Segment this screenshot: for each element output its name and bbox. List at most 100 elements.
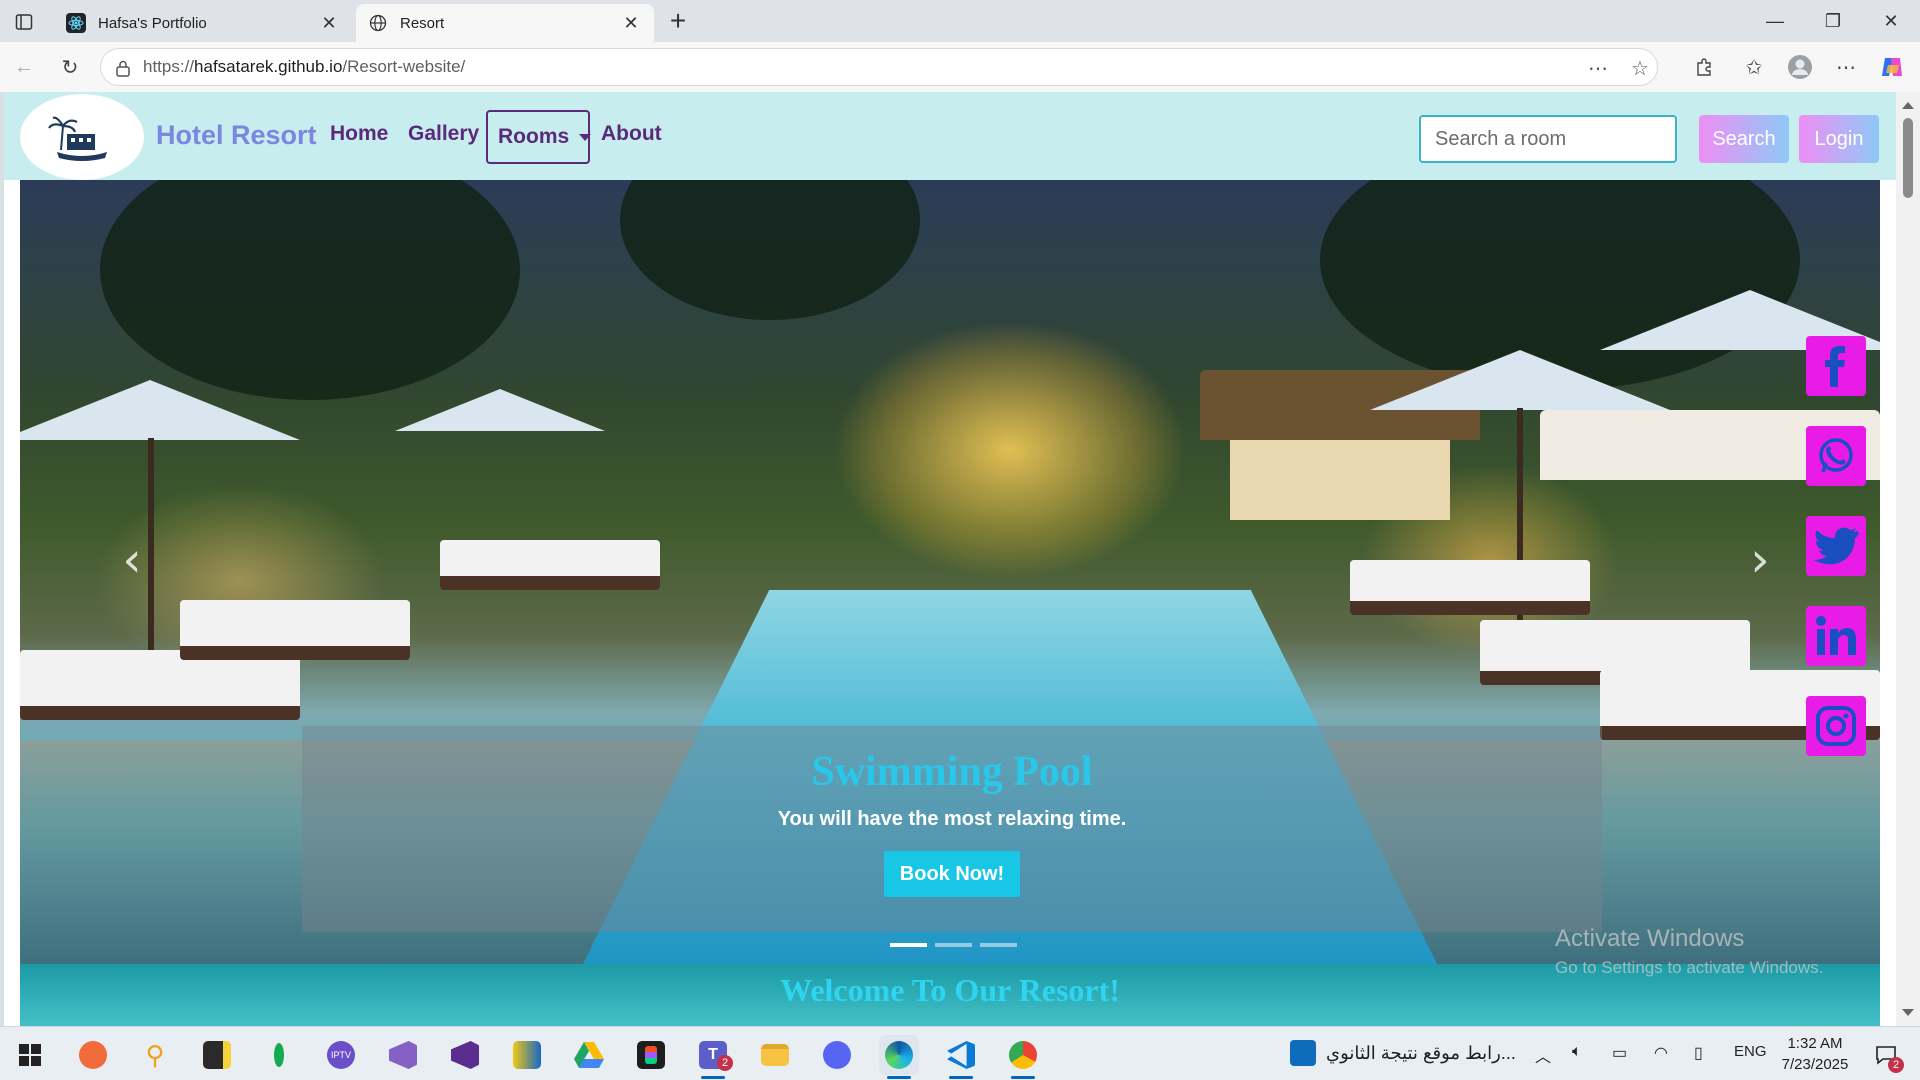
carousel-indicator[interactable]: [935, 943, 972, 947]
copilot-icon[interactable]: [1876, 51, 1908, 83]
site-info-icon[interactable]: [113, 58, 133, 78]
tab-resort[interactable]: Resort ✕: [356, 4, 654, 42]
sticky-notes-icon[interactable]: [197, 1035, 237, 1075]
windows-taskbar: ⚲ IPTV T 2 رابط موقع نتيجة الثانوي... ︿ …: [0, 1026, 1920, 1080]
battery-icon[interactable]: ▭: [1612, 1043, 1627, 1063]
chrome-icon[interactable]: [1003, 1035, 1043, 1079]
palm-logo-icon: [48, 116, 107, 161]
linkedin-icon[interactable]: [1806, 606, 1866, 666]
page-scrollbar[interactable]: [1896, 92, 1920, 1026]
phone-link-icon[interactable]: ▯: [1694, 1043, 1703, 1063]
teams-icon[interactable]: T 2: [693, 1035, 733, 1079]
outlook-icon: [1290, 1040, 1316, 1066]
edge-browser-icon[interactable]: [879, 1035, 919, 1079]
search-app-icon[interactable]: ⚲: [135, 1035, 175, 1075]
url-prefix: https://: [143, 57, 195, 76]
clock-time: 1:32 AM: [1787, 1035, 1843, 1052]
discord-icon[interactable]: [817, 1035, 857, 1075]
volume-icon[interactable]: 🔈︎: [1572, 1043, 1582, 1061]
file-explorer-icon[interactable]: [755, 1035, 795, 1075]
visual-studio-alt-icon[interactable]: [445, 1035, 485, 1075]
palm-foliage: [100, 180, 520, 400]
twitter-icon[interactable]: [1806, 516, 1866, 576]
scroll-up-icon[interactable]: [1902, 102, 1914, 109]
brand-title[interactable]: Hotel Resort: [156, 120, 317, 151]
activation-watermark-title: Activate Windows: [1555, 925, 1745, 952]
scrollbar-thumb[interactable]: [1903, 118, 1913, 198]
caption-title: Swimming Pool: [811, 749, 1093, 795]
sun-lounger: [440, 540, 660, 590]
nav-rooms-dropdown[interactable]: Rooms: [486, 110, 592, 164]
extensions-icon[interactable]: [1688, 51, 1720, 83]
caret-down-icon: [579, 133, 592, 141]
palm-foliage: [620, 180, 920, 320]
postman-app-icon[interactable]: [73, 1035, 113, 1075]
globe-icon: [368, 13, 388, 33]
close-tab-icon[interactable]: ✕: [318, 12, 340, 34]
room-search-input[interactable]: [1419, 115, 1677, 163]
new-tab-button[interactable]: +: [662, 6, 694, 38]
network-icon[interactable]: ◠: [1654, 1043, 1668, 1063]
system-clock[interactable]: 1:32 AM 7/23/2025: [1770, 1033, 1860, 1075]
carousel-indicator[interactable]: [980, 943, 1017, 947]
input-language[interactable]: ENG: [1734, 1043, 1767, 1060]
navbar: Hotel Resort Home Gallery Rooms About Se…: [4, 92, 1896, 180]
vscode-icon[interactable]: [941, 1035, 981, 1079]
tab-hafsa-portfolio[interactable]: Hafsa's Portfolio ✕: [54, 4, 352, 42]
notification-center-icon[interactable]: 2: [1866, 1035, 1906, 1075]
book-now-button[interactable]: Book Now!: [884, 851, 1020, 897]
whatsapp-icon[interactable]: [1806, 426, 1866, 486]
tab-strip: Hafsa's Portfolio ✕ Resort ✕ + — ❐ ✕: [0, 0, 1920, 42]
tab-title: Hafsa's Portfolio: [98, 14, 207, 32]
chevron-up-icon[interactable]: ︿: [1535, 1043, 1551, 1067]
nav-home[interactable]: Home: [330, 122, 388, 146]
resort-logo[interactable]: [20, 94, 144, 180]
power-bi-icon[interactable]: [507, 1035, 547, 1075]
notification-badge: 2: [1888, 1057, 1904, 1073]
nav-about[interactable]: About: [601, 122, 662, 146]
more-options-icon[interactable]: ⋯: [1830, 51, 1862, 83]
start-button[interactable]: [10, 1035, 50, 1075]
visual-studio-icon[interactable]: [383, 1035, 423, 1075]
favorites-icon[interactable]: ✩: [1738, 51, 1770, 83]
close-tab-icon[interactable]: ✕: [620, 12, 642, 34]
iptv-app-icon[interactable]: IPTV: [321, 1035, 361, 1075]
sun-lounger: [20, 650, 300, 720]
minimize-button[interactable]: —: [1746, 0, 1804, 42]
close-window-button[interactable]: ✕: [1862, 0, 1920, 42]
url-host: hafsatarek.github.io: [194, 57, 343, 76]
nav-gallery[interactable]: Gallery: [408, 122, 479, 146]
resort-page: ‹ › Swimming Pool You will have the most…: [4, 92, 1896, 1026]
profile-avatar[interactable]: [1784, 51, 1816, 83]
news-notification[interactable]: رابط موقع نتيجة الثانوي...: [1290, 1040, 1516, 1066]
carousel-prev-icon[interactable]: ‹: [112, 530, 152, 590]
figma-icon[interactable]: [631, 1035, 671, 1075]
carousel-next-icon[interactable]: ›: [1740, 530, 1780, 590]
umbrella: [1370, 350, 1670, 410]
login-button[interactable]: Login: [1799, 115, 1879, 163]
umbrella: [395, 389, 605, 431]
favorite-star-icon[interactable]: ☆: [1627, 55, 1653, 81]
browser-toolbar: ← ↻ https://hafsatarek.github.io/Resort-…: [0, 42, 1920, 92]
refresh-icon[interactable]: ↻: [54, 51, 86, 83]
windows-logo-icon: [19, 1044, 41, 1066]
address-bar[interactable]: https://hafsatarek.github.io/Resort-webs…: [100, 48, 1658, 86]
reading-mode-icon[interactable]: ⋯: [1585, 55, 1611, 81]
umbrella: [20, 380, 300, 440]
carousel-indicators: [890, 943, 1017, 947]
facebook-icon[interactable]: [1806, 336, 1866, 396]
mongodb-app-icon[interactable]: [259, 1035, 299, 1075]
hut-wall: [1230, 440, 1450, 520]
page-viewport: ‹ › Swimming Pool You will have the most…: [0, 92, 1920, 1026]
search-button[interactable]: Search: [1699, 115, 1789, 163]
back-arrow-icon[interactable]: ←: [8, 51, 40, 83]
google-drive-icon[interactable]: [569, 1035, 609, 1075]
maximize-button[interactable]: ❐: [1804, 0, 1862, 42]
instagram-icon[interactable]: [1806, 696, 1866, 756]
carousel-indicator[interactable]: [890, 943, 927, 947]
url-path: /Resort-website/: [342, 57, 466, 76]
caption-text: You will have the most relaxing time.: [777, 808, 1127, 830]
sun-lounger: [1350, 560, 1590, 615]
scroll-down-icon[interactable]: [1902, 1009, 1914, 1016]
tab-actions-button[interactable]: [10, 8, 38, 36]
